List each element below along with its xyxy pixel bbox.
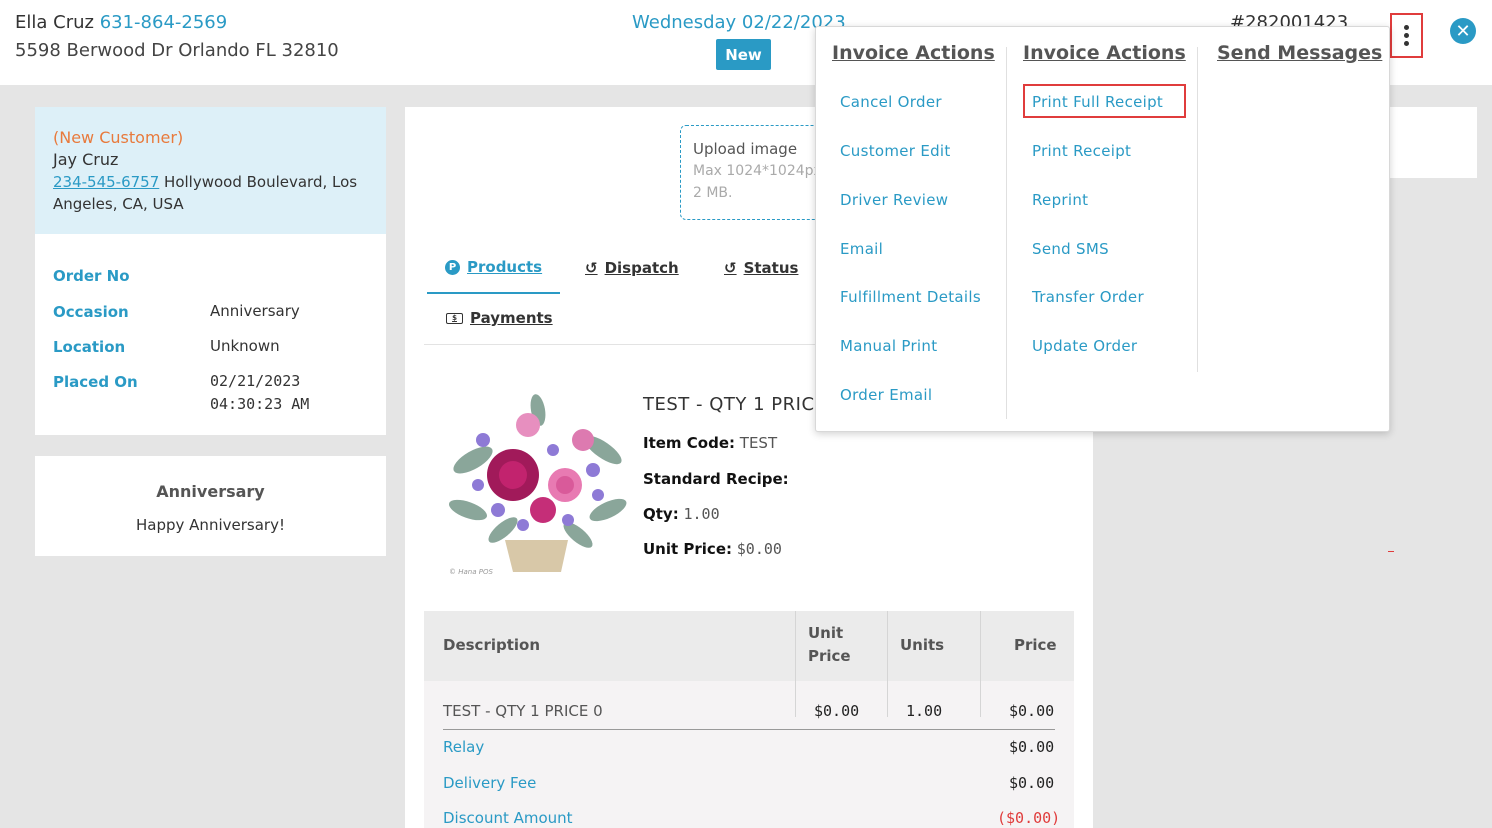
menu-item-transfer-order[interactable]: Transfer Order — [1032, 288, 1144, 306]
order-no-label: Order No — [53, 267, 130, 285]
occasion-label: Occasion — [53, 303, 129, 321]
customer-name-line: Ella Cruz 631-864-2569 — [15, 12, 227, 33]
close-icon[interactable]: ✕ — [1450, 18, 1476, 44]
product-unit-price: Unit Price: $0.00 — [643, 540, 782, 558]
menu-item-update-order[interactable]: Update Order — [1032, 337, 1137, 355]
history-icon: ↺ — [585, 259, 598, 277]
tab-status-label: Status — [743, 259, 799, 277]
red-marker — [1388, 551, 1394, 552]
discount-amount: ($0.00) — [997, 809, 1061, 827]
product-image: © Hana POS — [443, 390, 630, 580]
delivery-fee-amount: $0.00 — [1009, 774, 1055, 792]
active-tab-indicator — [427, 292, 560, 294]
image-watermark: © Hana POS — [449, 568, 493, 576]
tab-dispatch[interactable]: ↺ Dispatch — [585, 259, 679, 277]
menu-item-print-full-receipt[interactable]: Print Full Receipt — [1032, 93, 1163, 111]
menu-item-send-sms[interactable]: Send SMS — [1032, 240, 1109, 258]
tab-payments-label: Payments — [470, 309, 553, 327]
col-description: Description — [443, 636, 541, 654]
menu-item-reprint[interactable]: Reprint — [1032, 191, 1088, 209]
invoice-actions-heading-1: Invoice Actions — [832, 42, 995, 64]
tab-dispatch-label: Dispatch — [604, 259, 679, 277]
placed-date: 02/21/2023 — [210, 372, 301, 390]
kebab-vertical-icon — [1404, 25, 1409, 30]
card-message-box: Anniversary Happy Anniversary! — [35, 456, 386, 556]
product-qty: Qty: 1.00 — [643, 505, 720, 523]
placed-time: 04:30:23 AM — [210, 395, 310, 413]
more-actions-button[interactable] — [1390, 13, 1423, 58]
send-messages-heading[interactable]: Send Messages — [1217, 42, 1382, 64]
upload-hint: Max 1024*1024px, 2 MB. — [693, 163, 827, 201]
menu-item-customer-edit[interactable]: Customer Edit — [840, 142, 951, 160]
tab-payments[interactable]: $ Payments — [446, 309, 553, 327]
row-unit-price: $0.00 — [814, 702, 860, 720]
delivery-fee-label[interactable]: Delivery Fee — [443, 774, 536, 792]
menu-item-manual-print[interactable]: Manual Print — [840, 337, 937, 355]
tab-status[interactable]: ↺ Status — [724, 259, 798, 277]
menu-item-email[interactable]: Email — [840, 240, 883, 258]
product-recipe: Standard Recipe: — [643, 470, 789, 488]
menu-item-order-email[interactable]: Order Email — [840, 386, 932, 404]
order-status-badge[interactable]: New — [716, 39, 771, 70]
order-details-card: Order No Occasion Anniversary Location U… — [35, 234, 386, 435]
placed-on-label: Placed On — [53, 373, 138, 391]
relay-label[interactable]: Relay — [443, 738, 484, 756]
col-units: Units — [900, 636, 945, 654]
new-customer-tag: (New Customer) — [53, 128, 184, 147]
menu-item-print-receipt[interactable]: Print Receipt — [1032, 142, 1131, 160]
recipient-card: (New Customer) Jay Cruz 234-545-6757 Hol… — [35, 107, 386, 234]
money-bill-icon: $ — [446, 312, 463, 324]
customer-address: 5598 Berwood Dr Orlando FL 32810 — [15, 40, 339, 61]
relay-amount: $0.00 — [1009, 738, 1055, 756]
recipient-phone-link[interactable]: 234-545-6757 — [53, 173, 159, 191]
invoice-actions-heading-2: Invoice Actions — [1023, 42, 1186, 64]
line-items-table-body: TEST - QTY 1 PRICE 0 $0.00 1.00 $0.00 Re… — [424, 681, 1074, 828]
location-label: Location — [53, 338, 126, 356]
row-description: TEST - QTY 1 PRICE 0 — [443, 702, 603, 720]
product-item-code: Item Code: TEST — [643, 434, 778, 452]
col-unit-price: Unit Price — [808, 624, 851, 665]
col-price: Price — [1014, 636, 1057, 654]
line-items-table-header: Description Unit Price Units Price — [424, 611, 1074, 681]
discount-label[interactable]: Discount Amount — [443, 809, 573, 827]
recipient-contact: 234-545-6757 Hollywood Boulevard, Los An… — [53, 171, 368, 215]
upload-title: Upload image — [693, 140, 798, 158]
customer-phone-link[interactable]: 631-864-2569 — [100, 12, 228, 33]
row-price: $0.00 — [1009, 702, 1055, 720]
delivery-date: Wednesday 02/22/2023 — [632, 12, 846, 33]
p-circle-icon: P — [445, 259, 460, 275]
recipient-name: Jay Cruz — [53, 150, 119, 169]
history-icon: ↺ — [724, 259, 737, 277]
tab-products-label: Products — [467, 258, 543, 276]
tab-products[interactable]: P Products — [445, 258, 542, 276]
actions-dropdown-menu: Invoice Actions Invoice Actions Send Mes… — [815, 26, 1390, 432]
placed-on-value: 02/21/2023 04:30:23 AM — [210, 370, 309, 416]
menu-item-cancel-order[interactable]: Cancel Order — [840, 93, 942, 111]
card-message-title: Anniversary — [156, 482, 265, 501]
card-message-text: Happy Anniversary! — [136, 516, 285, 534]
row-units: 1.00 — [906, 702, 943, 720]
customer-name: Ella Cruz — [15, 12, 94, 33]
menu-item-fulfillment-details[interactable]: Fulfillment Details — [840, 288, 981, 306]
menu-item-driver-review[interactable]: Driver Review — [840, 191, 948, 209]
occasion-value: Anniversary — [210, 302, 300, 320]
location-value: Unknown — [210, 337, 280, 355]
